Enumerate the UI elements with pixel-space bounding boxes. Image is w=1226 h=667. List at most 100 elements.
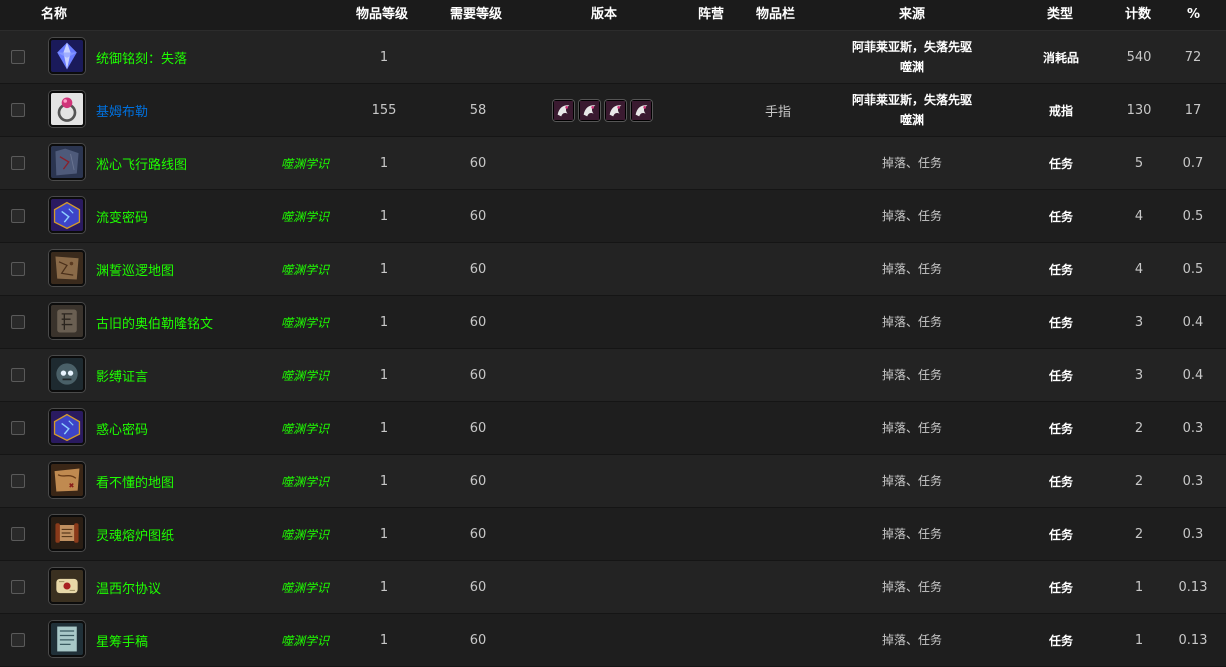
row-checkbox[interactable]: [11, 315, 25, 329]
source-line: 阿菲莱亚斯，失落先驱: [851, 40, 972, 54]
table-header: 名称 物品等级 需要等级 版本 阵营 物品栏 来源 类型 计数 %: [0, 0, 1226, 31]
table-row[interactable]: 统御铭刻：失落 1 阿菲莱亚斯，失落先驱 噬渊 消耗品 540 72: [0, 31, 1226, 84]
item-level: 1: [379, 579, 389, 595]
item-name-link[interactable]: 影缚证言: [96, 349, 271, 401]
item-level: 1: [379, 526, 389, 542]
item-count: 2: [1134, 473, 1144, 489]
item-tag: 噬渊学识: [281, 633, 330, 648]
required-level: 60: [469, 473, 487, 489]
item-slot: [748, 31, 808, 83]
row-checkbox[interactable]: [11, 527, 25, 541]
required-level: 60: [469, 155, 487, 171]
dragon-emblem-icon[interactable]: [631, 99, 652, 121]
item-name-link[interactable]: 淞心飞行路线图: [96, 137, 271, 189]
item-level: 1: [379, 632, 389, 648]
table-body: 统御铭刻：失落 1 阿菲莱亚斯，失落先驱 噬渊 消耗品 540 72 基姆布勒 155 58 手指 阿…: [0, 31, 1226, 667]
source-line: 掉落、任务: [881, 262, 942, 276]
row-checkbox[interactable]: [11, 421, 25, 435]
table-row[interactable]: 看不懂的地图 噬渊学识 1 60 掉落、任务 任务 2 0.3: [0, 455, 1226, 508]
item-name-link[interactable]: 星筹手稿: [96, 614, 271, 666]
header-type[interactable]: 类型: [1047, 0, 1073, 30]
table-row[interactable]: 古旧的奥伯勒隆铭文 噬渊学识 1 60 掉落、任务 任务 3 0.4: [0, 296, 1226, 349]
rune-tablet-icon[interactable]: [49, 303, 85, 339]
dragon-emblem-icon[interactable]: [579, 99, 600, 121]
item-name-link[interactable]: 温西尔协议: [96, 561, 271, 613]
item-name-link[interactable]: 流变密码: [96, 190, 271, 242]
table-row[interactable]: 星筹手稿 噬渊学识 1 60 掉落、任务 任务 1 0.13: [0, 614, 1226, 667]
item-slot: [748, 508, 808, 560]
header-percent[interactable]: %: [1187, 0, 1200, 30]
dragon-emblem-icon[interactable]: [553, 99, 574, 121]
version-icons: [553, 190, 663, 242]
row-checkbox[interactable]: [11, 50, 25, 64]
row-checkbox[interactable]: [11, 474, 25, 488]
item-level: 1: [379, 208, 389, 224]
table-row[interactable]: 淞心飞行路线图 噬渊学识 1 60 掉落、任务 任务 5 0.7: [0, 137, 1226, 190]
version-icons: [553, 561, 663, 613]
manuscript-icon[interactable]: [49, 621, 85, 657]
cipher-cube-icon[interactable]: [49, 409, 85, 445]
required-level: 60: [469, 579, 487, 595]
row-checkbox[interactable]: [11, 580, 25, 594]
cipher-cube-icon[interactable]: [49, 197, 85, 233]
item-percent: 0.7: [1182, 155, 1204, 171]
item-type: 任务: [1048, 156, 1073, 171]
table-row[interactable]: 影缚证言 噬渊学识 1 60 掉落、任务 任务 3 0.4: [0, 349, 1226, 402]
row-checkbox[interactable]: [11, 156, 25, 170]
item-level: 1: [379, 473, 389, 489]
item-tag: 噬渊学识: [281, 156, 330, 171]
row-checkbox[interactable]: [11, 262, 25, 276]
required-level: 60: [469, 526, 487, 542]
version-icons: [553, 84, 663, 136]
header-version[interactable]: 版本: [591, 0, 617, 30]
item-name-link[interactable]: 看不懂的地图: [96, 455, 271, 507]
item-name-link[interactable]: 惑心密码: [96, 402, 271, 454]
blueprint-scroll-icon[interactable]: [49, 515, 85, 551]
item-source: 掉落、任务: [822, 137, 1002, 189]
item-type: 任务: [1048, 633, 1073, 648]
header-req-level[interactable]: 需要等级: [450, 0, 502, 30]
table-row[interactable]: 惑心密码 噬渊学识 1 60 掉落、任务 任务 2 0.3: [0, 402, 1226, 455]
item-type: 任务: [1048, 580, 1073, 595]
item-slot: [748, 455, 808, 507]
header-source[interactable]: 来源: [899, 0, 925, 30]
row-checkbox[interactable]: [11, 633, 25, 647]
version-icons: [553, 508, 663, 560]
row-checkbox[interactable]: [11, 103, 25, 117]
item-type: 任务: [1048, 209, 1073, 224]
map-icon[interactable]: [49, 144, 85, 180]
sealed-scroll-icon[interactable]: [49, 568, 85, 604]
item-name-link[interactable]: 基姆布勒: [96, 84, 271, 136]
header-item-level[interactable]: 物品等级: [356, 0, 408, 30]
item-source: 掉落、任务: [822, 508, 1002, 560]
header-slot[interactable]: 物品栏: [756, 0, 795, 30]
item-percent: 0.13: [1178, 632, 1208, 648]
table-row[interactable]: 流变密码 噬渊学识 1 60 掉落、任务 任务 4 0.5: [0, 190, 1226, 243]
table-row[interactable]: 基姆布勒 155 58 手指 阿菲莱亚斯，失落先驱 噬渊 戒指 130 17: [0, 84, 1226, 137]
row-checkbox[interactable]: [11, 368, 25, 382]
header-count[interactable]: 计数: [1125, 0, 1151, 30]
header-name[interactable]: 名称: [41, 0, 67, 30]
item-type: 任务: [1048, 315, 1073, 330]
table-row[interactable]: 温西尔协议 噬渊学识 1 60 掉落、任务 任务 1 0.13: [0, 561, 1226, 614]
dragon-emblem-icon[interactable]: [605, 99, 626, 121]
ring-icon[interactable]: [49, 91, 85, 127]
item-count: 2: [1134, 526, 1144, 542]
table-row[interactable]: 灵魂熔炉图纸 噬渊学识 1 60 掉落、任务 任务 2 0.3: [0, 508, 1226, 561]
item-name-link[interactable]: 灵魂熔炉图纸: [96, 508, 271, 560]
item-tag: 噬渊学识: [281, 527, 330, 542]
item-name-link[interactable]: 古旧的奥伯勒隆铭文: [96, 296, 271, 348]
item-name-link[interactable]: 渊誓巡逻地图: [96, 243, 271, 295]
parchment-map-icon[interactable]: [49, 250, 85, 286]
crystal-icon[interactable]: [49, 38, 85, 74]
item-source: 阿菲莱亚斯，失落先驱 噬渊: [822, 84, 1002, 136]
item-name-link[interactable]: 统御铭刻：失落: [96, 31, 271, 83]
source-line: 掉落、任务: [881, 474, 942, 488]
treasure-map-icon[interactable]: [49, 462, 85, 498]
skull-orb-icon[interactable]: [49, 356, 85, 392]
header-faction[interactable]: 阵营: [698, 0, 724, 30]
row-checkbox[interactable]: [11, 209, 25, 223]
source-line: 掉落、任务: [881, 209, 942, 223]
table-row[interactable]: 渊誓巡逻地图 噬渊学识 1 60 掉落、任务 任务 4 0.5: [0, 243, 1226, 296]
source-line: 掉落、任务: [881, 368, 942, 382]
